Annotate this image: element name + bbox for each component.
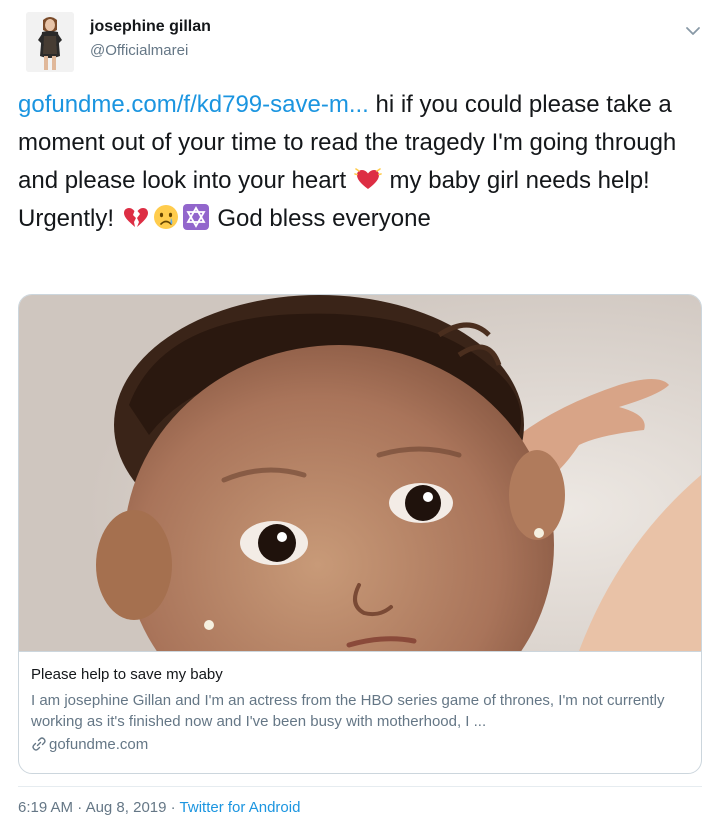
tweet-text: gofundme.com/f/kd799-save-m... hi if you… xyxy=(18,86,708,238)
tweet-time[interactable]: 6:19 AM xyxy=(18,799,73,816)
avatar-image xyxy=(26,12,74,72)
display-name[interactable]: josephine gillan xyxy=(90,18,211,36)
card-domain[interactable]: gofundme.com xyxy=(31,736,148,753)
card-image[interactable] xyxy=(19,295,701,745)
avatar[interactable] xyxy=(26,12,74,72)
tweet-link[interactable]: gofundme.com/f/kd799-save-m... xyxy=(18,91,369,118)
chevron-down-icon[interactable] xyxy=(682,20,704,42)
tweet-date[interactable]: Aug 8, 2019 xyxy=(86,799,167,816)
meta-separator: · xyxy=(73,799,86,816)
link-card[interactable]: Please help to save my baby I am josephi… xyxy=(18,294,702,774)
footer-divider xyxy=(18,786,702,787)
card-body[interactable]: Please help to save my baby I am josephi… xyxy=(19,651,701,773)
growing-heart-emoji xyxy=(354,165,382,193)
card-description: I am josephine Gillan and I'm an actress… xyxy=(31,692,665,730)
tweet-source[interactable]: Twitter for Android xyxy=(180,799,301,816)
crying-face-emoji xyxy=(152,203,180,231)
card-domain-text: gofundme.com xyxy=(49,736,149,753)
tweet-text-part-3: God bless everyone xyxy=(210,205,431,232)
card-title[interactable]: Please help to save my baby xyxy=(31,666,223,683)
link-icon xyxy=(32,737,46,751)
tweet: josephine gillan @Officialmarei gofundme… xyxy=(0,0,720,839)
meta-separator: · xyxy=(166,799,180,816)
tweet-meta: 6:19 AM · Aug 8, 2019 · Twitter for Andr… xyxy=(18,799,300,816)
broken-heart-emoji xyxy=(122,203,150,231)
star-of-david-emoji xyxy=(182,203,210,231)
user-handle[interactable]: @Officialmarei xyxy=(90,42,188,59)
